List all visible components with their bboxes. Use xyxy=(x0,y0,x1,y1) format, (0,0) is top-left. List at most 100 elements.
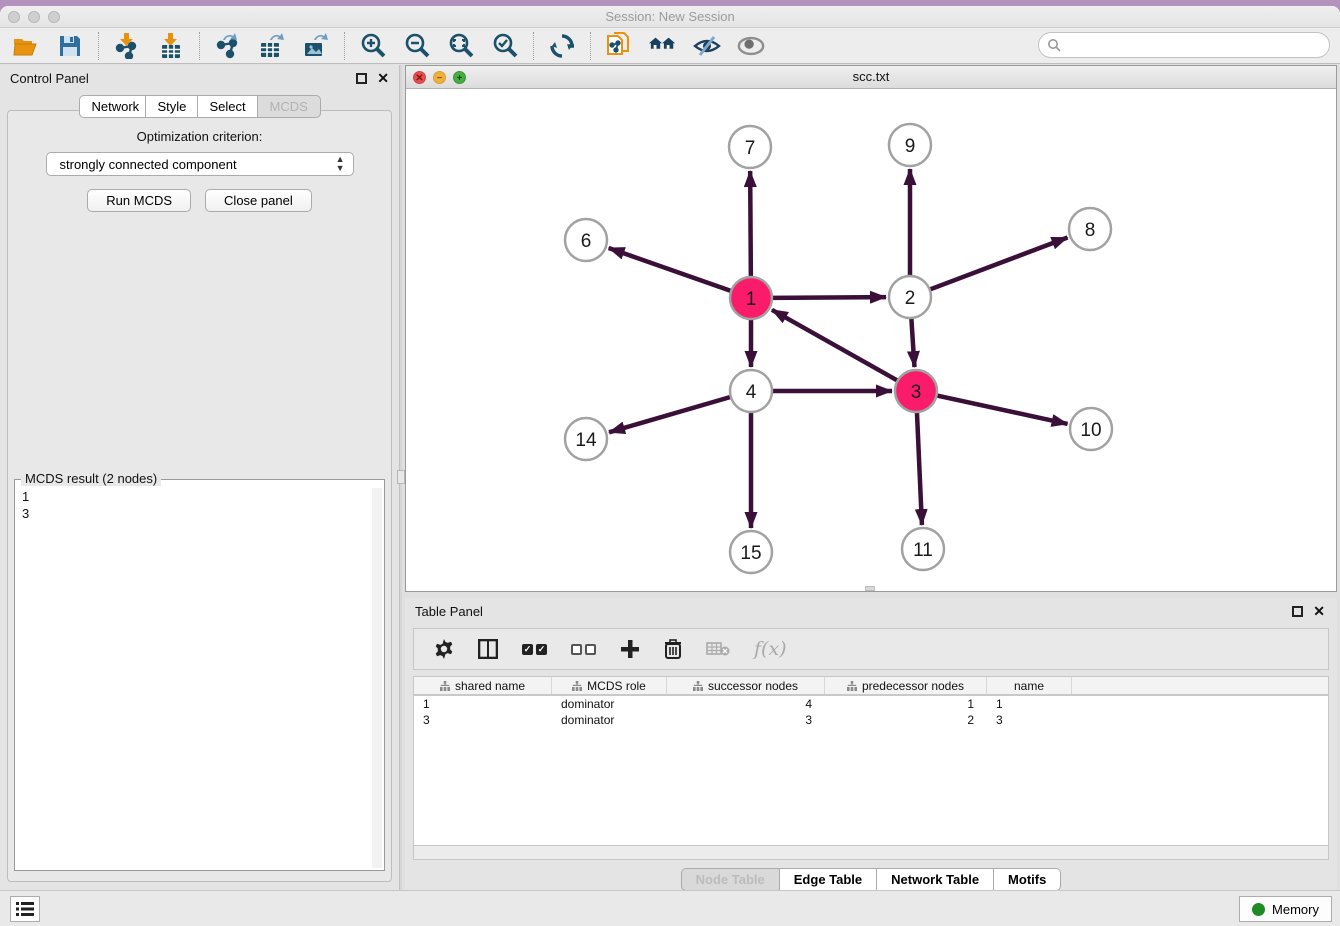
edge-3-10[interactable] xyxy=(937,395,1068,423)
cell-name[interactable]: 3 xyxy=(987,712,1072,728)
delete-table-icon xyxy=(706,640,730,658)
control-panel-tabs: NetworkStyleSelectMCDS xyxy=(0,95,399,118)
zoom-in-button[interactable] xyxy=(359,32,387,60)
tab-network[interactable]: Network xyxy=(79,95,145,118)
memory-button[interactable]: Memory xyxy=(1239,896,1332,922)
edge-1-6[interactable] xyxy=(609,248,732,291)
control-panel-float-button[interactable] xyxy=(356,73,367,84)
cell-name[interactable]: 1 xyxy=(987,696,1072,712)
table-row[interactable]: 3dominator323 xyxy=(414,712,1328,728)
delete-table-button[interactable] xyxy=(706,640,730,658)
network-resize-handle[interactable] xyxy=(865,586,875,591)
zoom-out-button[interactable] xyxy=(403,32,431,60)
column-header-shared-name[interactable]: shared name xyxy=(414,677,552,694)
export-table-button[interactable] xyxy=(258,32,286,60)
import-table-button[interactable] xyxy=(157,32,185,60)
minimize-window-button[interactable] xyxy=(28,11,40,23)
panel-splitter[interactable] xyxy=(399,65,402,890)
cell-shared-name[interactable]: 3 xyxy=(414,712,552,728)
splitter-handle-icon[interactable] xyxy=(397,470,405,484)
add-column-button[interactable] xyxy=(620,639,640,659)
network-window-titlebar[interactable]: ✕ − + scc.txt xyxy=(406,66,1336,89)
show-graphics-details-button[interactable] xyxy=(737,32,765,60)
edge-4-14[interactable] xyxy=(609,397,731,432)
tab-network-table[interactable]: Network Table xyxy=(876,868,993,891)
cell-MCDS-role[interactable]: dominator xyxy=(552,712,667,728)
edge-3-1[interactable] xyxy=(772,310,898,381)
memory-label: Memory xyxy=(1272,902,1319,917)
duplicate-network-button[interactable] xyxy=(605,32,633,60)
optimization-criterion-select[interactable]: strongly connected component ▲▼ xyxy=(46,152,354,176)
column-header-name[interactable]: name xyxy=(987,677,1072,694)
window-title: Session: New Session xyxy=(0,6,1340,28)
tab-motifs[interactable]: Motifs xyxy=(993,868,1061,891)
edge-1-2[interactable] xyxy=(772,297,886,298)
control-panel-title: Control Panel xyxy=(10,71,356,86)
table-panel-float-button[interactable] xyxy=(1292,606,1303,617)
function-builder-button[interactable]: f(x) xyxy=(754,638,787,660)
floppy-disk-icon xyxy=(59,35,81,57)
tab-edge-table[interactable]: Edge Table xyxy=(779,868,876,891)
network-maximize-button[interactable]: + xyxy=(453,71,466,84)
table-hscroll[interactable] xyxy=(413,846,1329,860)
import-network-icon xyxy=(115,33,139,59)
network-graph[interactable]: 1234678910111415 xyxy=(406,89,1336,591)
export-image-button[interactable] xyxy=(302,32,330,60)
edge-1-7[interactable] xyxy=(750,171,751,277)
home-button[interactable] xyxy=(649,32,677,60)
status-bar: Memory xyxy=(0,890,1340,926)
zoom-selected-button[interactable] xyxy=(491,32,519,60)
checked-checkbox-icon: ✓ xyxy=(522,644,533,655)
split-view-button[interactable] xyxy=(478,639,498,659)
cell-predecessor-nodes[interactable]: 2 xyxy=(825,712,987,728)
tab-style[interactable]: Style xyxy=(145,95,197,118)
task-history-button[interactable] xyxy=(10,896,40,922)
column-header-MCDS-role[interactable]: MCDS role xyxy=(552,677,667,694)
zoom-selected-icon xyxy=(492,33,518,59)
export-network-button[interactable] xyxy=(214,32,242,60)
search-box[interactable] xyxy=(1038,32,1330,58)
zoom-window-button[interactable] xyxy=(48,11,60,23)
column-header-predecessor-nodes[interactable]: predecessor nodes xyxy=(825,677,987,694)
select-all-button[interactable]: ✓ ✓ xyxy=(522,644,547,655)
search-input[interactable] xyxy=(1061,38,1329,53)
network-canvas[interactable]: 1234678910111415 xyxy=(406,89,1336,591)
save-session-button[interactable] xyxy=(56,32,84,60)
table-panel-close-button[interactable]: ✕ xyxy=(1313,604,1325,618)
tab-mcds[interactable]: MCDS xyxy=(257,95,321,118)
close-panel-button[interactable]: Close panel xyxy=(205,189,312,212)
hide-graphics-details-button[interactable] xyxy=(693,32,721,60)
zoom-fit-button[interactable] xyxy=(447,32,475,60)
main-toolbar xyxy=(0,28,1340,64)
tab-node-table[interactable]: Node Table xyxy=(681,868,779,891)
open-session-button[interactable] xyxy=(12,32,40,60)
result-scrollbar[interactable] xyxy=(372,488,382,868)
network-close-button[interactable]: ✕ xyxy=(413,71,426,84)
run-mcds-button[interactable]: Run MCDS xyxy=(87,189,191,212)
close-window-button[interactable] xyxy=(8,11,20,23)
refresh-icon xyxy=(549,33,575,59)
network-minimize-button[interactable]: − xyxy=(433,71,446,84)
edge-2-3[interactable] xyxy=(911,318,914,367)
edge-2-8[interactable] xyxy=(930,237,1068,289)
table-panel: Table Panel ✕ ✓ ✓ xyxy=(405,598,1337,890)
deselect-all-button[interactable] xyxy=(571,644,596,655)
cell-successor-nodes[interactable]: 4 xyxy=(667,696,825,712)
control-panel-close-button[interactable]: ✕ xyxy=(377,71,389,85)
cell-MCDS-role[interactable]: dominator xyxy=(552,696,667,712)
cell-shared-name[interactable]: 1 xyxy=(414,696,552,712)
column-header-successor-nodes[interactable]: successor nodes xyxy=(667,677,825,694)
delete-columns-button[interactable] xyxy=(664,639,682,659)
column-label: predecessor nodes xyxy=(862,679,964,693)
cell-successor-nodes[interactable]: 3 xyxy=(667,712,825,728)
table-settings-button[interactable] xyxy=(434,639,454,659)
edge-3-11[interactable] xyxy=(917,412,922,525)
unchecked-checkbox-icon xyxy=(571,644,582,655)
refresh-layout-button[interactable] xyxy=(548,32,576,60)
application-window: Session: New Session xyxy=(0,0,1340,926)
mcds-result-list[interactable]: 1 3 xyxy=(17,488,370,868)
cell-predecessor-nodes[interactable]: 1 xyxy=(825,696,987,712)
table-row[interactable]: 1dominator411 xyxy=(414,696,1328,712)
tab-select[interactable]: Select xyxy=(197,95,257,118)
import-network-button[interactable] xyxy=(113,32,141,60)
